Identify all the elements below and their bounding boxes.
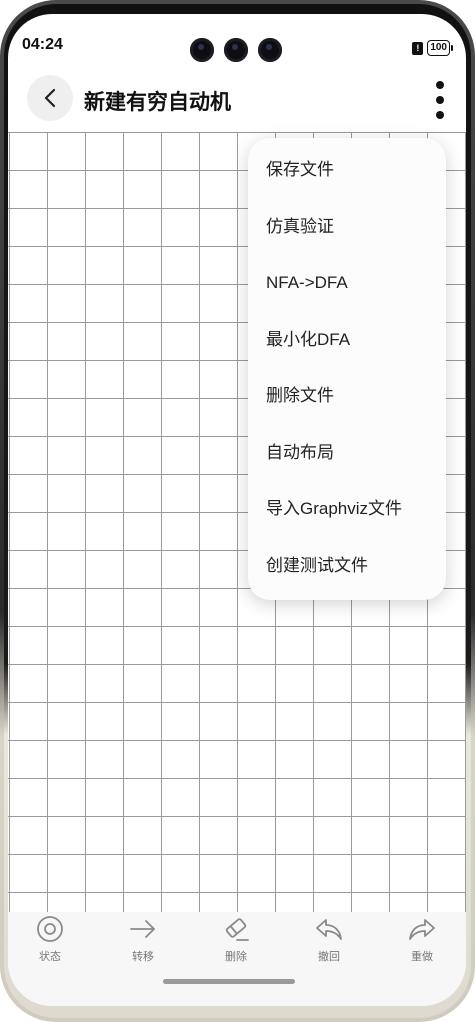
toolbar-delete-button[interactable]: 删除 (201, 914, 271, 974)
toolbar-undo-button[interactable]: 撤回 (294, 914, 364, 974)
status-bar: 04:24 ! 100 (8, 14, 466, 66)
toolbar-redo-label: 重做 (411, 951, 433, 963)
toolbar-delete-label: 删除 (225, 951, 247, 963)
screen: 04:24 ! 100 新建有穷自动机 保存文件 仿真验证 NFA->DFA 最… (8, 14, 466, 1006)
bottom-toolbar: 状态 转移 删除 撤回 重做 (8, 912, 466, 1006)
app-header: 新建有穷自动机 (8, 72, 466, 132)
menu-item-delete-file[interactable]: 删除文件 (266, 381, 334, 411)
toolbar-transition-label: 转移 (132, 951, 154, 963)
menu-item-nfa-to-dfa[interactable]: NFA->DFA (266, 268, 348, 298)
more-dot-icon (436, 96, 444, 104)
chevron-left-icon (44, 88, 56, 108)
more-menu-button[interactable] (428, 78, 452, 122)
battery-icon: 100 (427, 40, 453, 56)
toolbar-state-button[interactable]: 状态 (15, 914, 85, 974)
menu-item-auto-layout[interactable]: 自动布局 (266, 438, 334, 468)
status-icons: ! 100 (412, 40, 453, 56)
target-icon (37, 916, 63, 942)
menu-item-minimize-dfa[interactable]: 最小化DFA (266, 325, 350, 355)
toolbar-redo-button[interactable]: 重做 (387, 914, 457, 974)
camera-center (224, 38, 248, 62)
menu-item-create-test-file[interactable]: 创建测试文件 (266, 551, 368, 581)
back-button[interactable] (27, 75, 73, 121)
toolbar-transition-button[interactable]: 转移 (108, 914, 178, 974)
sim-alert-icon: ! (412, 41, 424, 55)
page-title: 新建有穷自动机 (84, 91, 231, 114)
redo-icon (409, 919, 435, 940)
toolbar-state-label: 状态 (39, 951, 61, 963)
arrow-right-icon (130, 920, 155, 938)
status-time: 04:24 (22, 36, 63, 53)
overflow-menu: 保存文件 仿真验证 NFA->DFA 最小化DFA 删除文件 自动布局 导入Gr… (248, 138, 446, 600)
home-indicator[interactable] (163, 979, 295, 984)
undo-icon (316, 919, 342, 940)
more-dot-icon (436, 111, 444, 119)
camera-left (190, 38, 214, 62)
camera-right (258, 38, 282, 62)
toolbar-undo-label: 撤回 (318, 951, 340, 963)
menu-item-import-graphviz[interactable]: 导入Graphviz文件 (266, 494, 402, 524)
more-dot-icon (436, 81, 444, 89)
menu-item-simulate[interactable]: 仿真验证 (266, 212, 334, 242)
eraser-icon (225, 918, 249, 941)
menu-item-save-file[interactable]: 保存文件 (266, 155, 334, 185)
